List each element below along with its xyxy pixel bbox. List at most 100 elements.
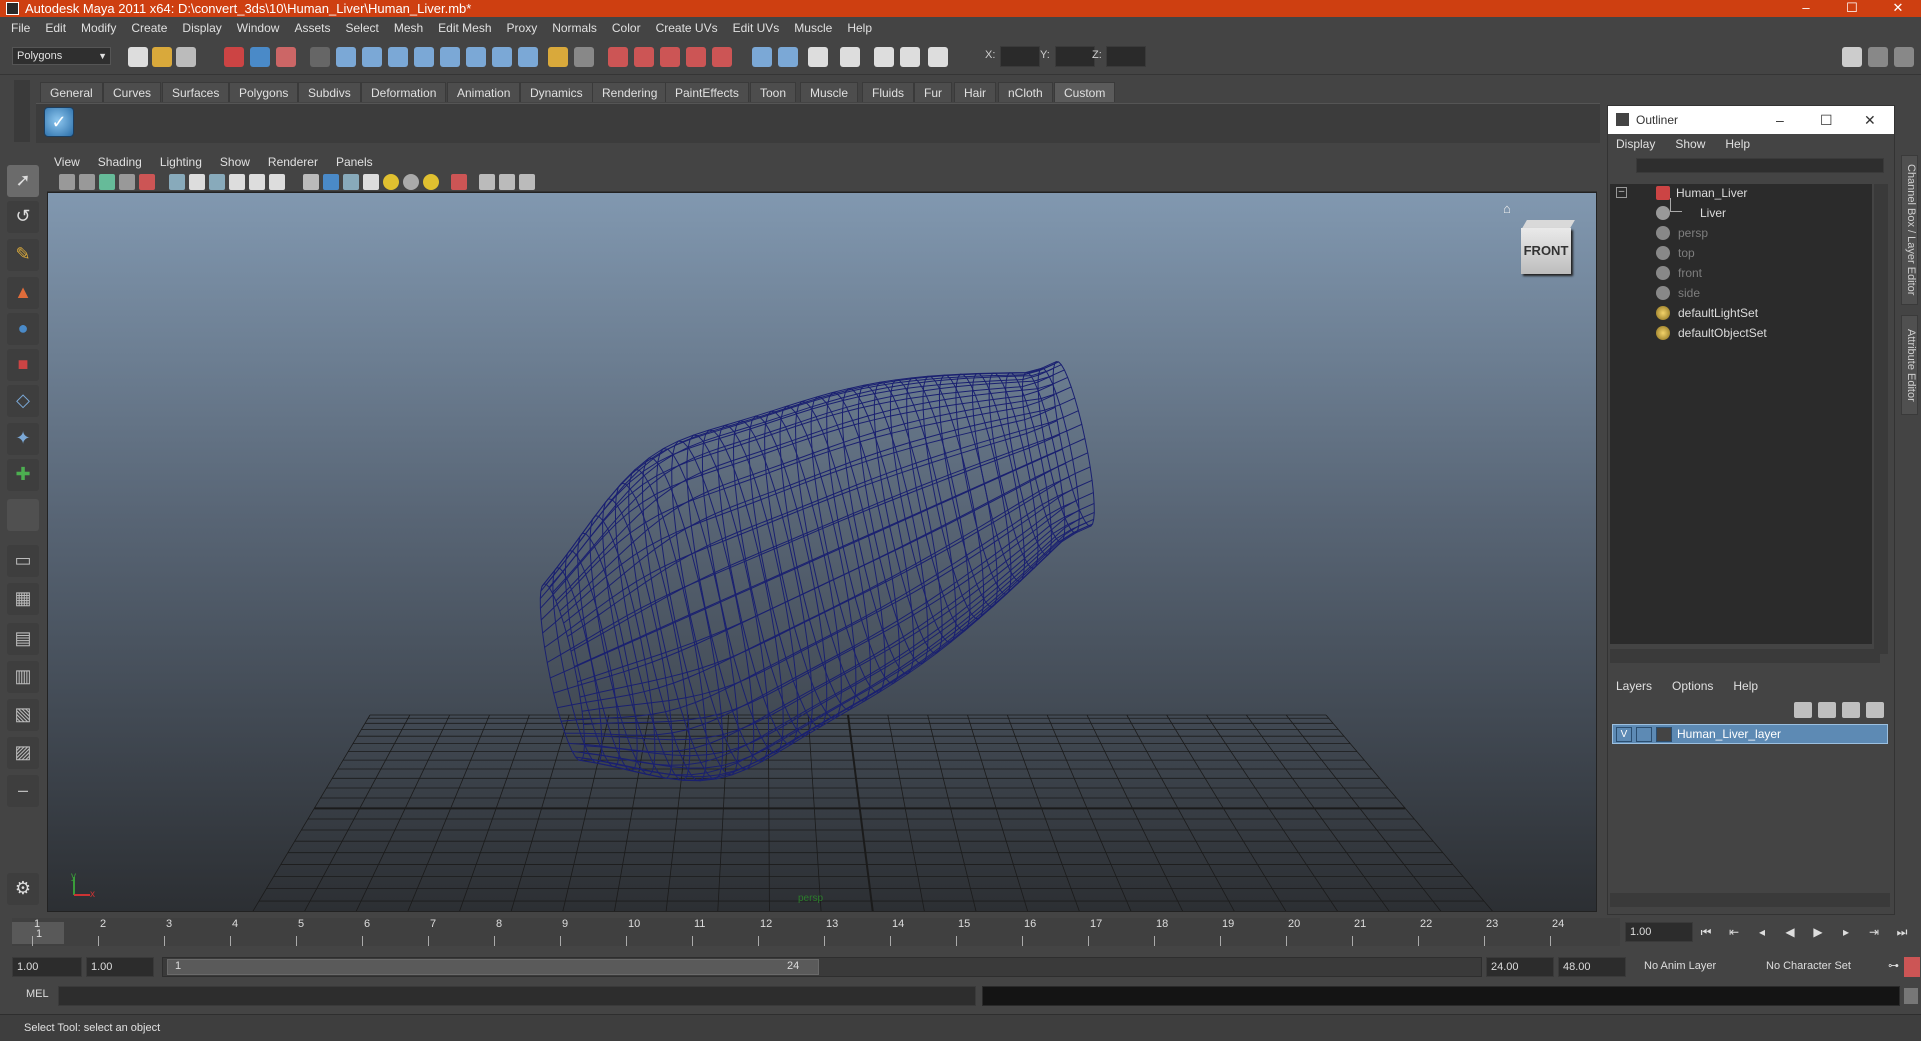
key-icon[interactable]: ⊶ [1884, 957, 1902, 977]
modeling-toolkit-icon[interactable] [900, 47, 920, 67]
maximize-button[interactable]: ☐ [1829, 0, 1875, 17]
go-to-start-icon[interactable]: ⏮ [1698, 924, 1714, 940]
high-quality-icon[interactable] [519, 174, 535, 190]
toggle-channel-box-icon[interactable] [1894, 47, 1914, 67]
menu-color[interactable]: Color [605, 21, 649, 35]
command-language-label[interactable]: MEL [26, 988, 49, 1000]
selection-mask-icon[interactable] [310, 47, 330, 67]
snap-curve-icon[interactable] [362, 47, 382, 67]
xray-joints-icon[interactable] [499, 174, 515, 190]
outliner-filter-field[interactable] [1636, 158, 1884, 173]
script-editor-icon[interactable] [1904, 988, 1918, 1004]
film-gate-icon[interactable] [189, 174, 205, 190]
render-settings-icon[interactable] [660, 47, 680, 67]
tab-custom[interactable]: Custom [1054, 82, 1116, 102]
outliner-maximize-button[interactable]: ☐ [1820, 106, 1833, 134]
gate-mask-icon[interactable] [229, 174, 245, 190]
select-camera-icon[interactable] [59, 174, 75, 190]
channel-box-tab[interactable]: Channel Box / Layer Editor [1901, 155, 1918, 305]
view-cube[interactable]: FRONT [1518, 218, 1575, 276]
play-forwards-icon[interactable]: ▶ [1810, 924, 1826, 940]
checkmark-icon[interactable]: ✓ [44, 107, 74, 137]
outliner-item-human-liver[interactable]: Human_Liver [1610, 184, 1870, 202]
outliner-item-liver[interactable]: Liver [1610, 198, 1870, 222]
smooth-shade-icon[interactable] [323, 174, 339, 190]
show-manipulator-icon[interactable] [808, 47, 828, 67]
tab-dynamics[interactable]: Dynamics [520, 82, 593, 102]
minimize-button[interactable]: – [1783, 0, 1829, 17]
viewport-menu-show[interactable]: Show [220, 155, 250, 169]
channel-box-icon[interactable] [840, 47, 860, 67]
help-icon[interactable] [518, 47, 538, 67]
y-field[interactable] [1055, 46, 1095, 67]
menu-muscle[interactable]: Muscle [787, 21, 840, 35]
select-tool-icon[interactable]: ➚ [7, 165, 39, 197]
new-scene-icon[interactable] [128, 47, 148, 67]
menu-window[interactable]: Window [230, 21, 288, 35]
tab-general[interactable]: General [40, 82, 103, 102]
shelf-menu-handle[interactable] [14, 80, 30, 142]
go-to-end-icon[interactable]: ⏭ [1894, 924, 1910, 940]
menu-file[interactable]: File [4, 21, 38, 35]
two-d-pan-icon[interactable] [139, 174, 155, 190]
outliner-item-default-light-set[interactable]: defaultLightSet [1610, 304, 1870, 322]
move-layer-up-icon[interactable] [1794, 702, 1812, 718]
layout-four-icon[interactable]: ▦ [7, 583, 39, 615]
menu-select[interactable]: Select [338, 21, 386, 35]
tool-settings-icon[interactable] [778, 47, 798, 67]
menu-mesh[interactable]: Mesh [387, 21, 431, 35]
ipr-render-icon[interactable] [634, 47, 654, 67]
command-input[interactable] [58, 986, 976, 1006]
attribute-editor-icon[interactable] [752, 47, 772, 67]
outliner-close-button[interactable]: ✕ [1864, 106, 1876, 134]
outliner-menu-show[interactable]: Show [1675, 137, 1705, 151]
tab-polygons[interactable]: Polygons [229, 82, 299, 102]
layers-menu-layers[interactable]: Layers [1616, 679, 1652, 693]
menu-create-uvs[interactable]: Create UVs [649, 21, 726, 35]
last-tool-icon[interactable] [7, 499, 39, 531]
viewport-menu-lighting[interactable]: Lighting [160, 155, 202, 169]
home-icon[interactable]: ⌂ [1503, 201, 1517, 216]
shadows-icon[interactable] [423, 174, 439, 190]
select-hierarchy-icon[interactable] [224, 47, 244, 67]
z-field[interactable] [1106, 46, 1146, 67]
menu-help[interactable]: Help [840, 21, 880, 35]
show-manipulator-tool-icon[interactable]: ✚ [7, 459, 39, 491]
menu-edit-uvs[interactable]: Edit UVs [726, 21, 788, 35]
outliner-vertical-scrollbar[interactable] [1874, 184, 1888, 654]
tab-painteffects[interactable]: PaintEffects [665, 82, 749, 102]
viewport-menu-panels[interactable]: Panels [336, 155, 373, 169]
layers-menu-options[interactable]: Options [1672, 679, 1713, 693]
preferences-icon[interactable] [1904, 957, 1920, 977]
render-view-icon[interactable] [712, 47, 732, 67]
layer-row-human-liver[interactable]: V Human_Liver_layer [1612, 724, 1888, 744]
hypershade-icon[interactable] [686, 47, 706, 67]
playback-start-field[interactable]: 1.00 [86, 957, 154, 977]
gear-icon[interactable]: ⚙ [7, 873, 39, 905]
layers-menu-help[interactable]: Help [1733, 679, 1758, 693]
save-scene-icon[interactable] [176, 47, 196, 67]
menuset-dropdown[interactable]: Polygons ▼ [12, 47, 111, 65]
field-chart-icon[interactable] [249, 174, 265, 190]
new-layer-selected-icon[interactable] [1866, 702, 1884, 718]
layout-custom-icon[interactable]: ▨ [7, 737, 39, 769]
outliner-minimize-button[interactable]: – [1776, 106, 1784, 134]
input-output-icon[interactable] [574, 47, 594, 67]
tab-muscle[interactable]: Muscle [800, 82, 859, 102]
select-component-icon[interactable] [276, 47, 296, 67]
textured-icon[interactable] [363, 174, 379, 190]
tab-fluids[interactable]: Fluids [862, 82, 915, 102]
paint-select-tool-icon[interactable]: ✎ [7, 239, 39, 271]
anim-layer-dropdown[interactable]: No Anim Layer [1640, 957, 1752, 977]
soft-modification-icon[interactable]: ✦ [7, 423, 39, 455]
time-slider[interactable]: 1 1 2 3 4 5 6 7 8 9 10 11 12 13 14 15 16 17 18 19 20 21 22 23 2… [12, 918, 1620, 946]
view-cube-front-face[interactable]: FRONT [1521, 228, 1571, 274]
tab-animation[interactable]: Animation [447, 82, 521, 102]
construction-icon[interactable] [492, 47, 512, 67]
range-slider-handle[interactable] [167, 959, 819, 975]
outliner-item-side[interactable]: side [1610, 284, 1870, 302]
outliner-item-default-object-set[interactable]: defaultObjectSet [1610, 324, 1870, 342]
tab-rendering[interactable]: Rendering [592, 82, 668, 102]
wireframe-on-shaded-icon[interactable] [343, 174, 359, 190]
viewport-menu-shading[interactable]: Shading [98, 155, 142, 169]
